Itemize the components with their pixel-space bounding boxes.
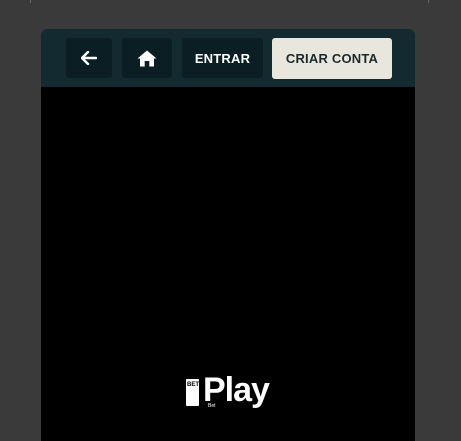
back-button[interactable]	[66, 38, 112, 78]
login-button[interactable]: ENTRAR	[182, 38, 263, 78]
signup-button[interactable]: CRIAR CONTA	[272, 38, 392, 79]
betplay-logo: BET Play Bet	[186, 370, 276, 412]
logo-badge-text: BET	[187, 382, 199, 388]
home-button[interactable]	[122, 38, 172, 78]
panel-header: ENTRAR CRIAR CONTA	[41, 29, 415, 87]
game-panel: ENTRAR CRIAR CONTA BET Play Bet	[41, 29, 415, 441]
top-strip	[0, 0, 461, 3]
divider	[30, 0, 31, 3]
home-icon	[137, 50, 157, 67]
logo-subtext: Bet	[208, 403, 216, 409]
arrow-left-icon	[81, 51, 97, 65]
logo-badge: BET	[186, 379, 199, 406]
divider	[428, 0, 429, 3]
